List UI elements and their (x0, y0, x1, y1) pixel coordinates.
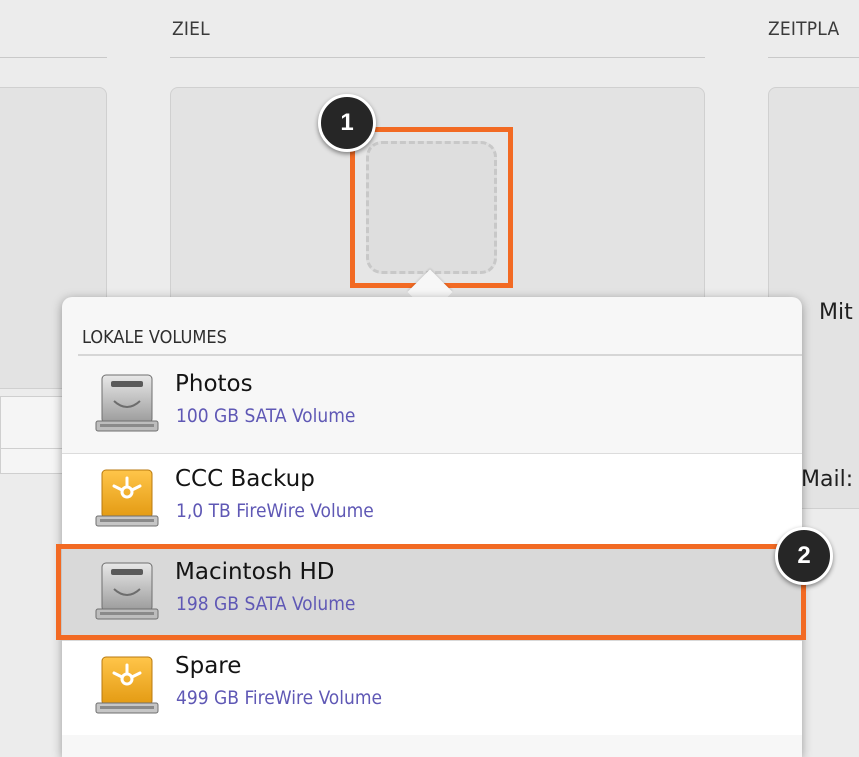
volume-detail: 499 GB FireWire Volume (176, 687, 382, 709)
zeitplan-column-title: ZEITPLA (768, 18, 840, 40)
ziel-column-title: ZIEL (172, 18, 210, 40)
destination-placeholder (366, 141, 497, 274)
mail-label: Mail: (801, 467, 854, 492)
section-header-local-volumes: LOKALE VOLUMES (82, 327, 227, 348)
volume-item-photos[interactable]: Photos 100 GB SATA Volume (62, 359, 802, 453)
volume-detail: 1,0 TB FireWire Volume (176, 500, 374, 522)
destination-drop-target[interactable] (350, 127, 513, 288)
mit-label: Mit (819, 300, 853, 325)
firewire-drive-icon (95, 469, 159, 527)
volume-name: Spare (175, 653, 242, 679)
volume-popover: LOKALE VOLUMES Photos 100 GB SATA Volume (62, 297, 802, 757)
volume-item-ccc-backup[interactable]: CCC Backup 1,0 TB FireWire Volume (62, 453, 802, 548)
volume-name: CCC Backup (175, 466, 315, 492)
selected-volume-highlight (56, 544, 806, 640)
ziel-column-rule (170, 57, 705, 58)
left-column-rule (0, 57, 107, 58)
internal-drive-icon (95, 374, 159, 432)
callout-badge-2: 2 (775, 527, 833, 585)
firewire-drive-icon (95, 656, 159, 714)
section-divider (78, 354, 802, 356)
volume-name: Photos (175, 371, 253, 397)
callout-badge-1: 1 (318, 94, 376, 152)
volume-detail: 100 GB SATA Volume (176, 405, 356, 427)
volume-item-spare[interactable]: Spare 499 GB FireWire Volume (62, 641, 802, 735)
zeitplan-column-rule (768, 57, 859, 58)
